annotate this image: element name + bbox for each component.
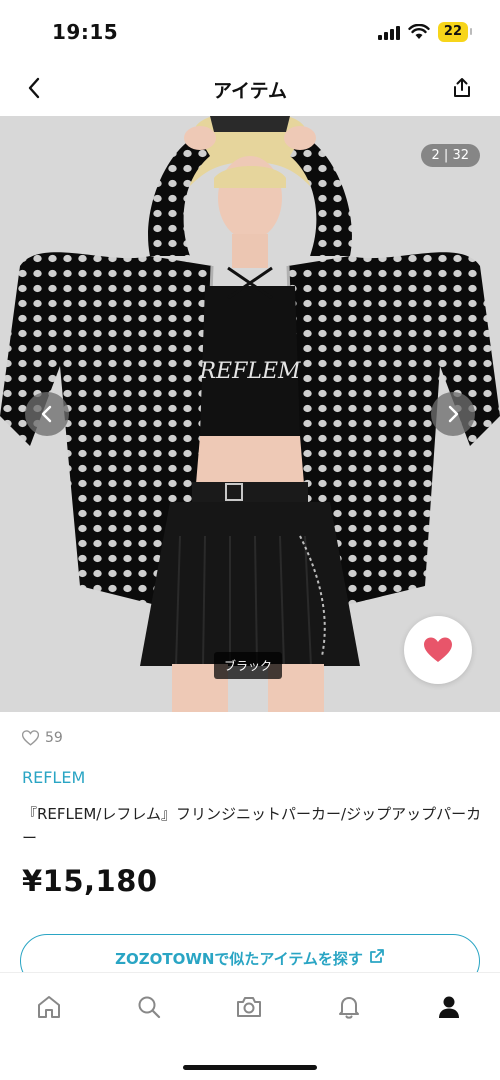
brand-link[interactable]: REFLEM <box>22 768 85 787</box>
battery-indicator: 22 <box>437 22 473 42</box>
item-name: 『REFLEM/レフレム』フリンジニットパーカー/ジップアップパーカー <box>22 805 482 847</box>
heart-icon <box>424 637 452 662</box>
tab-profile[interactable] <box>429 991 469 1023</box>
favorite-button[interactable] <box>404 616 472 684</box>
status-time: 19:15 <box>52 20 119 44</box>
color-label: ブラック <box>214 652 283 679</box>
chevron-right-icon <box>448 405 459 423</box>
person-icon <box>439 996 459 1018</box>
tab-search[interactable] <box>129 991 169 1023</box>
tab-home[interactable] <box>29 991 69 1023</box>
home-icon <box>38 996 60 1018</box>
tab-camera[interactable] <box>229 991 269 1023</box>
svg-text:REFLEM: REFLEM <box>198 359 301 384</box>
wifi-icon <box>408 24 430 39</box>
image-page-counter: 2 | 32 <box>420 144 480 167</box>
search-icon <box>138 996 161 1019</box>
status-bar: 19:15 22 <box>0 0 500 62</box>
camera-icon <box>237 997 261 1017</box>
item-price: ¥15,180 <box>22 864 158 898</box>
nav-bar: アイテム <box>0 62 500 116</box>
home-indicator <box>183 1065 317 1070</box>
like-count-row: 59 <box>22 730 63 746</box>
cellular-signal-icon <box>377 24 400 40</box>
product-image-gallery[interactable]: REFLEM 2 | 32 ブラック <box>0 116 500 712</box>
bottom-tab-bar <box>0 972 500 1080</box>
external-link-icon <box>370 949 384 963</box>
like-count: 59 <box>45 730 63 746</box>
next-image-button[interactable] <box>431 392 475 436</box>
previous-image-button[interactable] <box>25 392 69 436</box>
status-icons: 22 <box>377 22 473 42</box>
page-title: アイテム <box>212 80 288 102</box>
find-similar-label: ZOZOTOWNで似たアイテムを探す <box>115 950 363 968</box>
heart-outline-icon <box>22 730 39 746</box>
share-button[interactable] <box>446 72 478 104</box>
bell-icon <box>339 997 359 1019</box>
share-icon <box>454 78 470 97</box>
tab-notifications[interactable] <box>329 991 369 1023</box>
chevron-left-icon <box>41 405 52 423</box>
